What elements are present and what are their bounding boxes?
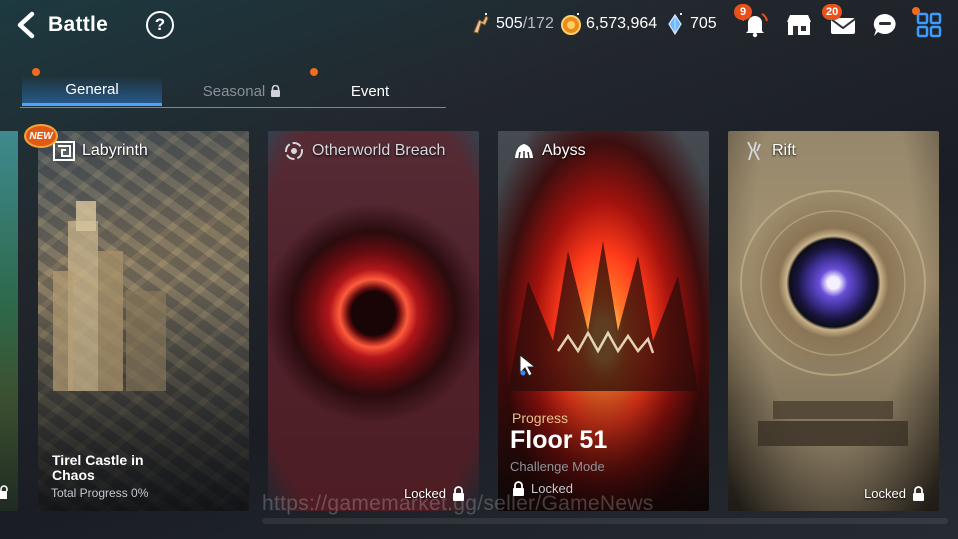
- chat-button[interactable]: [870, 10, 900, 40]
- otherworld-art: [268, 131, 479, 511]
- rift-locked: Locked: [864, 486, 925, 501]
- chat-icon: [873, 13, 896, 36]
- partial-card-art: [0, 131, 18, 511]
- page-title: Battle: [48, 13, 109, 36]
- stamina-value: 505: [496, 15, 523, 32]
- skystone-resource[interactable]: 705: [664, 12, 717, 36]
- gold-coin-icon: [561, 13, 581, 35]
- card-abyss-title: Abyss: [542, 142, 586, 159]
- abyss-progress-label: Progress: [512, 410, 569, 426]
- gold-resource[interactable]: 6,573,964: [560, 12, 657, 36]
- tab-divider: [20, 107, 446, 108]
- mail-count: 20: [822, 4, 843, 20]
- abyss-mode: Challenge Mode: [510, 459, 605, 474]
- rift-crack-icon: [747, 141, 761, 161]
- card-labyrinth[interactable]: Labyrinth Tirel Castle in Chaos Total Pr…: [38, 131, 249, 511]
- tab-seasonal[interactable]: Seasonal: [172, 76, 312, 106]
- menu-alert-dot: [912, 7, 920, 15]
- mail-button[interactable]: 20: [822, 4, 858, 40]
- card-otherworld-breach[interactable]: Otherworld Breach Locked: [268, 131, 479, 511]
- back-button[interactable]: Battle: [14, 10, 108, 40]
- abyss-floor: Floor 51: [510, 426, 608, 454]
- tab-general-label: General: [65, 81, 119, 98]
- card-rift-header: Rift: [742, 140, 796, 162]
- skystone-value: 705: [690, 15, 717, 32]
- tab-seasonal-label: Seasonal: [202, 82, 266, 100]
- rift-ring-illustration: [740, 190, 926, 446]
- lock-icon: [913, 486, 924, 501]
- castle-illustration: [53, 201, 166, 391]
- shop-icon: [787, 15, 811, 35]
- top-bar: Battle ? 505 /172 6,573,964 705 9 20: [0, 0, 958, 50]
- card-abyss[interactable]: Abyss Progress Floor 51 Challenge Mode L…: [498, 131, 709, 511]
- labyrinth-subtitle: Tirel Castle in Chaos: [52, 452, 144, 483]
- help-button[interactable]: ?: [146, 11, 174, 39]
- question-icon: ?: [154, 15, 166, 34]
- chevron-left-icon: [17, 11, 35, 39]
- tab-general[interactable]: General: [22, 76, 162, 106]
- rift-locked-label: Locked: [864, 486, 906, 501]
- tab-event-alert-dot: [310, 68, 318, 76]
- skystone-icon: [668, 13, 682, 36]
- labyrinth-icon: [53, 141, 75, 161]
- card-labyrinth-header: Labyrinth: [52, 140, 148, 162]
- card-rift[interactable]: Rift Locked: [728, 131, 939, 511]
- watermark-text: https://gamemarket.gg/seller/GameNews: [262, 492, 654, 515]
- breach-portal-icon: [285, 142, 303, 160]
- notification-count: 9: [734, 4, 752, 20]
- partial-card-left[interactable]: [0, 131, 18, 511]
- horizontal-scrollbar[interactable]: [262, 518, 948, 524]
- cursor-icon: [519, 353, 537, 377]
- card-rift-title: Rift: [772, 142, 796, 159]
- card-otherworld-header: Otherworld Breach: [282, 140, 445, 162]
- lock-icon: [271, 85, 281, 97]
- new-badge: NEW: [24, 124, 58, 148]
- notifications-button[interactable]: 9: [734, 4, 770, 40]
- labyrinth-progress: Total Progress 0%: [51, 486, 149, 500]
- tab-general-alert-dot: [32, 68, 40, 76]
- battle-tabs: General Seasonal Event: [20, 68, 446, 110]
- shop-button[interactable]: [784, 10, 814, 40]
- stamina-icon: [473, 13, 489, 34]
- lock-icon: [0, 485, 8, 499]
- abyss-claw-icon: [515, 144, 533, 159]
- card-abyss-header: Abyss: [512, 140, 586, 162]
- tab-event-label: Event: [350, 82, 390, 100]
- card-otherworld-title: Otherworld Breach: [312, 142, 446, 159]
- tab-event[interactable]: Event: [300, 76, 440, 106]
- grid-menu-icon: [916, 12, 942, 38]
- menu-button[interactable]: [912, 7, 944, 40]
- card-labyrinth-title: Labyrinth: [82, 142, 148, 159]
- stamina-max: /172: [522, 15, 554, 32]
- stamina-resource[interactable]: 505 /172: [470, 12, 554, 36]
- gold-value: 6,573,964: [586, 15, 658, 32]
